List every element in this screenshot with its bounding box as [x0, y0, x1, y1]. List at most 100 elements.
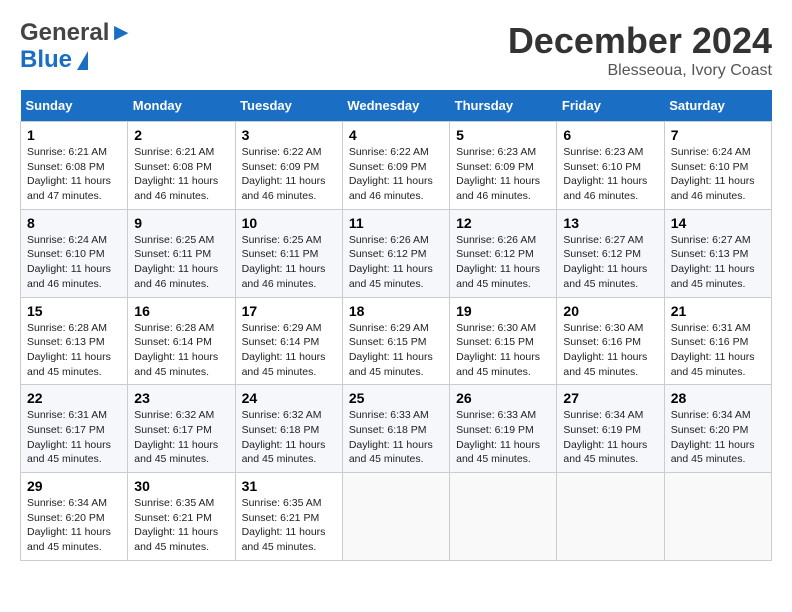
day-info: Sunrise: 6:21 AMSunset: 6:08 PMDaylight:…: [134, 146, 218, 202]
day-info: Sunrise: 6:30 AMSunset: 6:15 PMDaylight:…: [456, 322, 540, 378]
calendar-cell: 20 Sunrise: 6:30 AMSunset: 6:16 PMDaylig…: [557, 297, 664, 385]
page-header: General► Blue December 2024 Blesseoua, I…: [20, 20, 772, 80]
column-header-saturday: Saturday: [664, 90, 771, 122]
day-number: 26: [456, 390, 550, 406]
day-info: Sunrise: 6:21 AMSunset: 6:08 PMDaylight:…: [27, 146, 111, 202]
calendar-cell: 21 Sunrise: 6:31 AMSunset: 6:16 PMDaylig…: [664, 297, 771, 385]
day-info: Sunrise: 6:28 AMSunset: 6:14 PMDaylight:…: [134, 322, 218, 378]
calendar-cell: 8 Sunrise: 6:24 AMSunset: 6:10 PMDayligh…: [21, 209, 128, 297]
day-number: 9: [134, 215, 228, 231]
day-info: Sunrise: 6:32 AMSunset: 6:18 PMDaylight:…: [242, 409, 326, 465]
calendar-cell: 19 Sunrise: 6:30 AMSunset: 6:15 PMDaylig…: [450, 297, 557, 385]
calendar-cell: 25 Sunrise: 6:33 AMSunset: 6:18 PMDaylig…: [342, 385, 449, 473]
day-number: 29: [27, 478, 121, 494]
calendar-header-row: SundayMondayTuesdayWednesdayThursdayFrid…: [21, 90, 772, 122]
day-info: Sunrise: 6:25 AMSunset: 6:11 PMDaylight:…: [242, 234, 326, 290]
calendar-cell: 26 Sunrise: 6:33 AMSunset: 6:19 PMDaylig…: [450, 385, 557, 473]
day-number: 25: [349, 390, 443, 406]
day-number: 22: [27, 390, 121, 406]
day-info: Sunrise: 6:28 AMSunset: 6:13 PMDaylight:…: [27, 322, 111, 378]
calendar-cell: 10 Sunrise: 6:25 AMSunset: 6:11 PMDaylig…: [235, 209, 342, 297]
day-number: 6: [563, 127, 657, 143]
column-header-tuesday: Tuesday: [235, 90, 342, 122]
calendar-cell: [664, 473, 771, 561]
day-number: 1: [27, 127, 121, 143]
day-number: 16: [134, 303, 228, 319]
day-number: 14: [671, 215, 765, 231]
calendar-cell: 3 Sunrise: 6:22 AMSunset: 6:09 PMDayligh…: [235, 122, 342, 210]
column-header-monday: Monday: [128, 90, 235, 122]
day-info: Sunrise: 6:26 AMSunset: 6:12 PMDaylight:…: [456, 234, 540, 290]
day-info: Sunrise: 6:32 AMSunset: 6:17 PMDaylight:…: [134, 409, 218, 465]
calendar-cell: 12 Sunrise: 6:26 AMSunset: 6:12 PMDaylig…: [450, 209, 557, 297]
day-info: Sunrise: 6:27 AMSunset: 6:13 PMDaylight:…: [671, 234, 755, 290]
day-number: 17: [242, 303, 336, 319]
calendar-cell: [557, 473, 664, 561]
day-number: 19: [456, 303, 550, 319]
day-info: Sunrise: 6:22 AMSunset: 6:09 PMDaylight:…: [349, 146, 433, 202]
day-number: 15: [27, 303, 121, 319]
day-info: Sunrise: 6:29 AMSunset: 6:14 PMDaylight:…: [242, 322, 326, 378]
day-number: 12: [456, 215, 550, 231]
calendar-cell: 14 Sunrise: 6:27 AMSunset: 6:13 PMDaylig…: [664, 209, 771, 297]
calendar-cell: [342, 473, 449, 561]
calendar-cell: 18 Sunrise: 6:29 AMSunset: 6:15 PMDaylig…: [342, 297, 449, 385]
day-number: 30: [134, 478, 228, 494]
column-header-sunday: Sunday: [21, 90, 128, 122]
calendar-cell: 15 Sunrise: 6:28 AMSunset: 6:13 PMDaylig…: [21, 297, 128, 385]
column-header-thursday: Thursday: [450, 90, 557, 122]
day-info: Sunrise: 6:27 AMSunset: 6:12 PMDaylight:…: [563, 234, 647, 290]
day-number: 21: [671, 303, 765, 319]
day-info: Sunrise: 6:35 AMSunset: 6:21 PMDaylight:…: [242, 497, 326, 553]
day-info: Sunrise: 6:23 AMSunset: 6:10 PMDaylight:…: [563, 146, 647, 202]
logo-general: General: [20, 19, 109, 46]
calendar-cell: 9 Sunrise: 6:25 AMSunset: 6:11 PMDayligh…: [128, 209, 235, 297]
calendar-cell: 5 Sunrise: 6:23 AMSunset: 6:09 PMDayligh…: [450, 122, 557, 210]
calendar-cell: 4 Sunrise: 6:22 AMSunset: 6:09 PMDayligh…: [342, 122, 449, 210]
day-number: 3: [242, 127, 336, 143]
day-number: 4: [349, 127, 443, 143]
calendar-cell: 23 Sunrise: 6:32 AMSunset: 6:17 PMDaylig…: [128, 385, 235, 473]
day-number: 5: [456, 127, 550, 143]
day-info: Sunrise: 6:24 AMSunset: 6:10 PMDaylight:…: [671, 146, 755, 202]
calendar-week-5: 29 Sunrise: 6:34 AMSunset: 6:20 PMDaylig…: [21, 473, 772, 561]
calendar-week-1: 1 Sunrise: 6:21 AMSunset: 6:08 PMDayligh…: [21, 122, 772, 210]
logo-blue-text: Blue: [20, 46, 72, 74]
calendar-week-2: 8 Sunrise: 6:24 AMSunset: 6:10 PMDayligh…: [21, 209, 772, 297]
calendar-cell: 29 Sunrise: 6:34 AMSunset: 6:20 PMDaylig…: [21, 473, 128, 561]
day-info: Sunrise: 6:22 AMSunset: 6:09 PMDaylight:…: [242, 146, 326, 202]
calendar-cell: 6 Sunrise: 6:23 AMSunset: 6:10 PMDayligh…: [557, 122, 664, 210]
day-info: Sunrise: 6:34 AMSunset: 6:19 PMDaylight:…: [563, 409, 647, 465]
day-number: 10: [242, 215, 336, 231]
title-block: December 2024 Blesseoua, Ivory Coast: [508, 20, 772, 80]
calendar-cell: 11 Sunrise: 6:26 AMSunset: 6:12 PMDaylig…: [342, 209, 449, 297]
day-info: Sunrise: 6:31 AMSunset: 6:16 PMDaylight:…: [671, 322, 755, 378]
calendar-cell: 17 Sunrise: 6:29 AMSunset: 6:14 PMDaylig…: [235, 297, 342, 385]
day-number: 20: [563, 303, 657, 319]
location: Blesseoua, Ivory Coast: [508, 62, 772, 80]
day-info: Sunrise: 6:29 AMSunset: 6:15 PMDaylight:…: [349, 322, 433, 378]
day-number: 13: [563, 215, 657, 231]
column-header-friday: Friday: [557, 90, 664, 122]
calendar-cell: 28 Sunrise: 6:34 AMSunset: 6:20 PMDaylig…: [664, 385, 771, 473]
day-number: 2: [134, 127, 228, 143]
day-number: 18: [349, 303, 443, 319]
day-number: 27: [563, 390, 657, 406]
month-title: December 2024: [508, 20, 772, 62]
day-info: Sunrise: 6:23 AMSunset: 6:09 PMDaylight:…: [456, 146, 540, 202]
day-number: 11: [349, 215, 443, 231]
logo-line2: Blue: [20, 46, 88, 74]
day-info: Sunrise: 6:34 AMSunset: 6:20 PMDaylight:…: [27, 497, 111, 553]
logo-triangle-icon: [77, 51, 88, 70]
logo: General► Blue: [20, 20, 133, 74]
calendar-cell: 2 Sunrise: 6:21 AMSunset: 6:08 PMDayligh…: [128, 122, 235, 210]
column-header-wednesday: Wednesday: [342, 90, 449, 122]
calendar-week-3: 15 Sunrise: 6:28 AMSunset: 6:13 PMDaylig…: [21, 297, 772, 385]
calendar-cell: 22 Sunrise: 6:31 AMSunset: 6:17 PMDaylig…: [21, 385, 128, 473]
day-info: Sunrise: 6:26 AMSunset: 6:12 PMDaylight:…: [349, 234, 433, 290]
logo-blue: ►: [109, 19, 133, 46]
calendar-cell: 31 Sunrise: 6:35 AMSunset: 6:21 PMDaylig…: [235, 473, 342, 561]
day-info: Sunrise: 6:34 AMSunset: 6:20 PMDaylight:…: [671, 409, 755, 465]
day-number: 24: [242, 390, 336, 406]
day-info: Sunrise: 6:30 AMSunset: 6:16 PMDaylight:…: [563, 322, 647, 378]
